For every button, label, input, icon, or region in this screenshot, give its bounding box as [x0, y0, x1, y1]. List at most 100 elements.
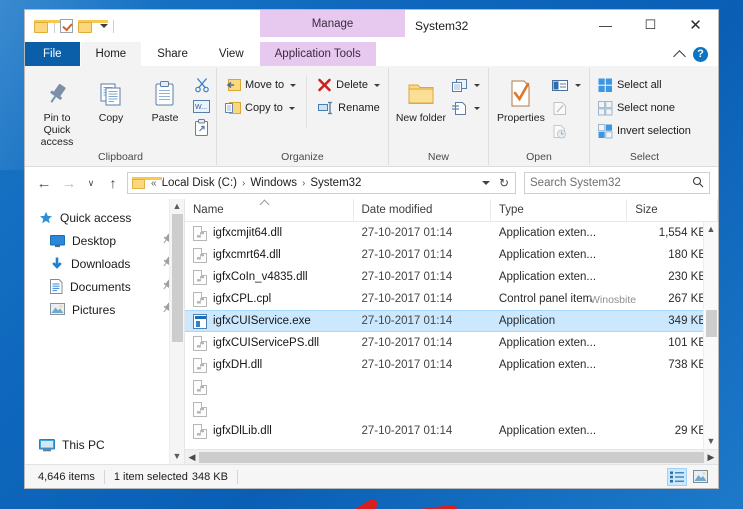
table-row[interactable]: igfxCPL.cpl 27-10-2017 01:14 Control pan… — [185, 288, 718, 310]
properties-button[interactable]: Properties — [494, 72, 548, 126]
sidebar-item-this-pc[interactable]: This PC — [25, 433, 184, 456]
copy-to-button[interactable]: Copy to — [222, 98, 299, 118]
navigation-pane-scrollbar[interactable]: ▲ ▼ — [169, 199, 184, 464]
sidebar-item-documents[interactable]: Documents — [25, 275, 184, 298]
open-caret-icon[interactable] — [574, 83, 581, 87]
recent-locations-button[interactable]: ∨ — [83, 172, 99, 194]
column-header-size[interactable]: Size — [627, 198, 718, 222]
sidebar-item-pictures[interactable]: Pictures — [25, 298, 184, 321]
select-col: Select all Select none Invert selection — [595, 72, 694, 141]
table-row[interactable]: igfxCUIService.exe 27-10-2017 01:14 Appl… — [185, 310, 718, 332]
search-input[interactable]: Search System32 — [524, 172, 710, 194]
file-name-cell[interactable] — [185, 379, 353, 395]
invert-selection-button[interactable]: Invert selection — [595, 121, 694, 141]
file-name-cell[interactable]: igfxcmjit64.dll — [185, 225, 353, 241]
file-name-cell[interactable]: igfxCPL.cpl — [185, 291, 353, 307]
nav-scroll-up-arrow[interactable]: ▲ — [173, 199, 182, 214]
tab-file[interactable]: File — [25, 42, 81, 66]
refresh-button[interactable]: ↻ — [499, 176, 509, 190]
tab-application-tools[interactable]: Application Tools — [259, 42, 377, 66]
collapse-ribbon-icon[interactable] — [673, 49, 686, 63]
file-name-cell[interactable]: igfxCUIService.exe — [185, 313, 353, 329]
paste-button[interactable]: Paste — [138, 72, 192, 124]
folder-icon[interactable] — [78, 19, 109, 33]
hscroll-thumb[interactable] — [199, 451, 704, 463]
new-folder-icon[interactable] — [34, 19, 65, 33]
breadcrumb-separator-1[interactable]: › — [241, 178, 246, 189]
breadcrumb-separator-2[interactable]: › — [301, 178, 306, 189]
search-icon[interactable] — [692, 176, 704, 191]
table-row[interactable]: igfxcmjit64.dll 27-10-2017 01:14 Applica… — [185, 222, 718, 244]
delete-caret-icon[interactable] — [373, 83, 380, 87]
details-view-button[interactable] — [667, 467, 687, 486]
new-item-button[interactable] — [448, 75, 483, 95]
nav-scroll-down-arrow[interactable]: ▼ — [173, 449, 182, 464]
file-name-cell[interactable]: igfxCoIn_v4835.dll — [185, 269, 353, 285]
tab-share[interactable]: Share — [142, 42, 204, 66]
new-folder-button[interactable]: New folder — [394, 72, 448, 124]
breadcrumb[interactable]: « Local Disk (C:) › Windows › System32 ↻ — [127, 172, 516, 194]
file-name-cell[interactable]: igfxcmrt64.dll — [185, 247, 353, 263]
copy-icon — [97, 76, 125, 112]
nav-scroll-thumb[interactable] — [171, 214, 183, 342]
table-row[interactable]: igfxDH.dll 27-10-2017 01:14 Application … — [185, 354, 718, 376]
table-row[interactable] — [185, 376, 718, 398]
sidebar-item-label-documents: Documents — [70, 279, 131, 294]
copy-path-button[interactable]: W... — [192, 97, 211, 115]
sidebar-item-desktop[interactable]: Desktop — [25, 229, 184, 252]
hscroll-right-arrow[interactable]: ▶ — [704, 452, 718, 463]
column-header-name[interactable]: Name — [185, 198, 354, 222]
table-row[interactable] — [185, 398, 718, 420]
tab-home[interactable]: Home — [80, 42, 143, 66]
list-scroll-up-arrow[interactable]: ▲ — [704, 222, 718, 237]
copy-button[interactable]: Copy — [84, 72, 138, 124]
column-header-date-modified[interactable]: Date modified — [354, 198, 491, 222]
table-row[interactable]: igfxCUIServicePS.dll 27-10-2017 01:14 Ap… — [185, 332, 718, 354]
file-name-cell[interactable]: igfxDlLib.dll — [185, 423, 353, 439]
list-scroll-thumb[interactable] — [706, 310, 717, 337]
file-name-cell[interactable]: igfxDH.dll — [185, 357, 353, 373]
hscroll-left-arrow[interactable]: ◀ — [185, 452, 199, 463]
paste-shortcut-button[interactable] — [192, 118, 211, 136]
pin-to-quick-access-button[interactable]: Pin to Quick access — [30, 72, 84, 148]
breadcrumb-item-windows[interactable]: Windows — [250, 177, 297, 189]
file-name-cell[interactable] — [185, 401, 353, 417]
file-date-cell: 27-10-2017 01:14 — [361, 315, 453, 327]
move-to-button[interactable]: Move to — [222, 75, 299, 95]
help-icon[interactable]: ? — [693, 46, 708, 62]
maximize-button[interactable]: ☐ — [628, 10, 673, 40]
table-row[interactable]: igfxCoIn_v4835.dll 27-10-2017 01:14 Appl… — [185, 266, 718, 288]
column-header-type[interactable]: Type — [491, 198, 628, 222]
table-row[interactable]: igfxcmrt64.dll 27-10-2017 01:14 Applicat… — [185, 244, 718, 266]
properties-icon[interactable] — [60, 19, 73, 33]
delete-button[interactable]: Delete — [314, 75, 383, 95]
sidebar-item-quick-access[interactable]: Quick access — [25, 206, 184, 229]
select-all-button[interactable]: Select all — [595, 75, 694, 95]
list-scroll-down-arrow[interactable]: ▼ — [704, 434, 718, 449]
copy-to-caret-icon[interactable] — [288, 106, 295, 110]
file-name-cell[interactable]: igfxCUIServicePS.dll — [185, 335, 353, 351]
easy-access-caret-icon[interactable] — [473, 106, 480, 110]
file-list-scrollbar[interactable]: ▲ ▼ — [703, 222, 718, 449]
new-item-caret-icon[interactable] — [473, 83, 480, 87]
easy-access-button[interactable] — [448, 98, 483, 118]
breadcrumb-dropdown-icon[interactable] — [481, 181, 490, 185]
minimize-button[interactable]: — — [583, 10, 628, 40]
breadcrumb-item-local-disk[interactable]: Local Disk (C:) — [162, 177, 237, 189]
status-divider-2 — [236, 469, 238, 484]
table-row[interactable]: igfxDlLib.dll 27-10-2017 01:14 Applicati… — [185, 420, 718, 442]
large-icons-view-button[interactable] — [690, 468, 710, 486]
breadcrumb-item-system32[interactable]: System32 — [310, 177, 361, 189]
move-to-caret-icon[interactable] — [290, 83, 297, 87]
up-button[interactable]: ↑ — [102, 172, 124, 194]
file-list-horizontal-scrollbar[interactable]: ◀ ▶ — [185, 449, 718, 464]
customize-qat-caret-icon[interactable] — [100, 24, 108, 28]
tab-view[interactable]: View — [203, 42, 260, 66]
sidebar-item-downloads[interactable]: Downloads — [25, 252, 184, 275]
cut-button[interactable] — [192, 76, 211, 94]
close-button[interactable]: ✕ — [673, 10, 718, 40]
open-button[interactable] — [548, 75, 584, 95]
select-none-button[interactable]: Select none — [595, 98, 694, 118]
rename-button[interactable]: Rename — [314, 98, 383, 118]
back-button[interactable]: ← — [33, 172, 55, 194]
